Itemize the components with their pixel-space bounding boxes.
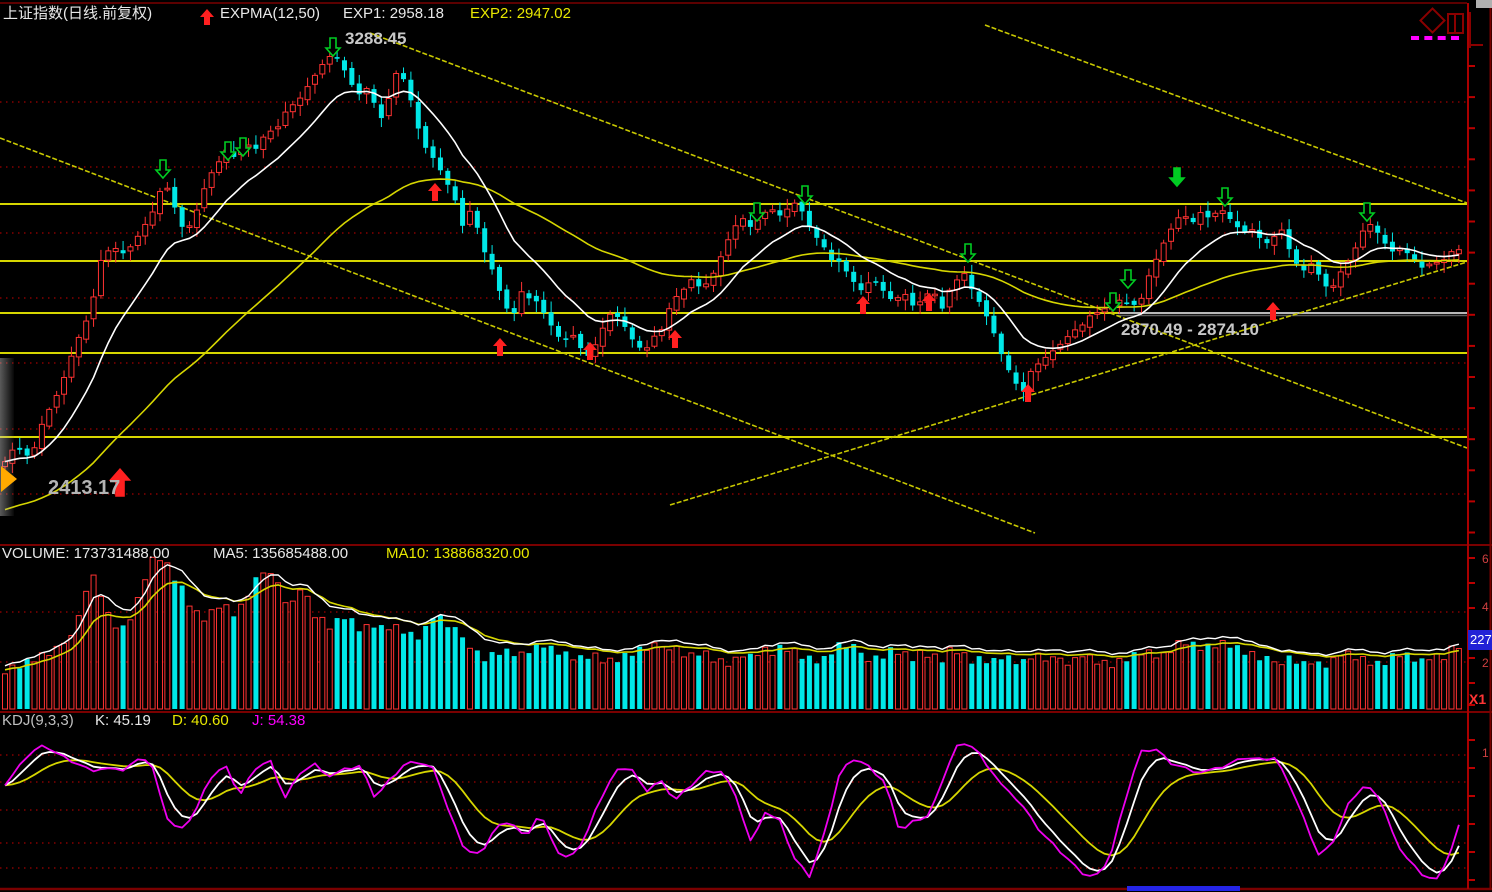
- maximize-icon[interactable]: [1447, 13, 1464, 34]
- axis-partial-label: 6: [1482, 552, 1489, 566]
- axis-ticks: [1468, 66, 1475, 880]
- sell-signal-arrow-icon: [1170, 168, 1184, 186]
- kdj-k-value: K: 45.19: [95, 713, 151, 730]
- kdj-j-value: J: 54.38: [252, 713, 305, 730]
- gap-range-label: 2870.49 - 2874.10: [1121, 321, 1259, 340]
- sell-signal-arrow-icon: [326, 38, 340, 56]
- volume-bars: [3, 557, 1462, 709]
- axis-partial-label: 4: [1482, 600, 1489, 614]
- up-arrow-icon: [199, 8, 215, 26]
- buy-signal-arrow-icon: [428, 183, 442, 201]
- left-overlay-strip: [0, 358, 14, 516]
- exp2-line: [5, 179, 1459, 510]
- magenta-dash-indicator: [1411, 36, 1459, 40]
- volume-ma10-line: [5, 582, 1459, 670]
- peak-price-label: 3288.45: [345, 30, 406, 49]
- panel-borders: [0, 3, 1492, 889]
- buy-signal-arrow-icon: [856, 296, 870, 314]
- volume-ma5-value: MA5: 135685488.00: [213, 546, 348, 563]
- main-gridlines: [0, 102, 1467, 494]
- kdj-j-line: [5, 744, 1459, 878]
- axis-partial-label: 1: [1482, 746, 1489, 760]
- scrollbar-corner: [1476, 0, 1492, 8]
- sell-signal-arrow-icon: [1360, 203, 1374, 221]
- axis-partial-label: 2: [1482, 656, 1489, 670]
- sell-signal-arrow-icon: [221, 142, 235, 160]
- volume-ma10-value: MA10: 138868320.00: [386, 546, 529, 563]
- kdj-indicator-label: KDJ(9,3,3): [2, 713, 74, 730]
- symbol-title: 上证指数(日线.前复权): [3, 6, 152, 23]
- kdj-d-line: [5, 760, 1459, 855]
- pane-splitter-icon[interactable]: [1469, 12, 1471, 48]
- sell-signal-arrow-icon: [750, 203, 764, 221]
- low-price-label: 2413.17: [48, 477, 120, 499]
- buy-signal-arrow-icon: [668, 330, 682, 348]
- sell-signal-arrow-icon: [156, 160, 170, 178]
- sell-signal-arrow-icon: [961, 244, 975, 262]
- horizontal-scrollbar-thumb[interactable]: [1127, 886, 1240, 891]
- kdj-d-value: D: 40.60: [172, 713, 229, 730]
- axis-value-badge: 227: [1468, 630, 1492, 650]
- volume-value: VOLUME: 173731488.00: [2, 546, 170, 563]
- charting-app-window: 上证指数(日线.前复权) EXPMA(12,50) EXP1: 2958.18 …: [0, 0, 1492, 892]
- exp1-line: [5, 91, 1459, 461]
- sell-signal-arrow-icon: [1121, 270, 1135, 288]
- chart-canvas[interactable]: [0, 0, 1492, 892]
- exp1-value: EXP1: 2958.18: [343, 6, 444, 23]
- indicator-label: EXPMA(12,50): [220, 6, 320, 23]
- pane-splitter-tick: [1469, 44, 1483, 46]
- kdj-gridlines: [0, 755, 1467, 868]
- kdj-k-line: [5, 752, 1459, 873]
- volume-scale-label: X1: [1469, 691, 1486, 707]
- drag-handle-icon[interactable]: [1, 466, 17, 492]
- buy-signal-arrow-icon: [1266, 302, 1280, 320]
- volume-ma5-line: [5, 565, 1459, 666]
- exp2-value: EXP2: 2947.02: [470, 6, 571, 23]
